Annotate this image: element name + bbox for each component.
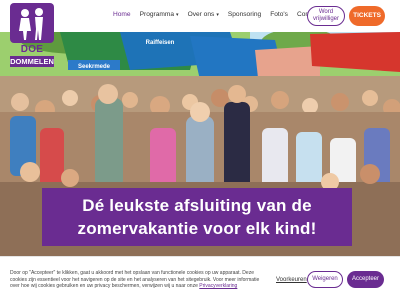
nav-over-ons-label: Over ons (187, 11, 215, 18)
site-header: Home Programma ▾ Over ons ▾ Sponsoring Fot… (0, 0, 400, 32)
volunteer-button[interactable]: Word vrijwilliger (307, 6, 345, 26)
privacy-link[interactable]: Privacyverklaring (199, 283, 237, 289)
volunteer-label-line1: Word (318, 9, 334, 15)
nav-fotos-label: Foto's (270, 11, 288, 18)
chevron-down-icon: ▾ (216, 12, 219, 18)
main-nav: Home Programma ▾ Over ons ▾ Sponsoring Fot… (113, 11, 329, 18)
page: Seekrmede Raiffeisen Dé leukste afsluiti… (0, 0, 400, 300)
nav-programma-label: Programma (139, 11, 175, 18)
nav-sponsoring-label: Sponsoring (227, 11, 262, 18)
nav-over-ons[interactable]: Over ons ▾ (188, 11, 219, 18)
cookie-text: Door op "Accepteer" te klikken, gaat u a… (10, 270, 266, 290)
chevron-down-icon: ▾ (176, 12, 179, 18)
accept-button[interactable]: Accepteer (347, 271, 384, 288)
site-logo[interactable]: DOE WEEK DOMMELEN (8, 3, 56, 67)
nav-fotos[interactable]: Foto's (270, 11, 288, 18)
tickets-button[interactable]: TICKETS (349, 6, 385, 26)
logo-subtitle: DOMMELEN (10, 56, 54, 67)
tent-sign-2: Raiffeisen (146, 40, 175, 46)
nav-sponsoring[interactable]: Sponsoring (228, 11, 261, 18)
nav-home-label: Home (113, 11, 131, 18)
volunteer-label-line2: vrijwilliger (312, 16, 339, 22)
nav-home[interactable]: Home (113, 11, 131, 18)
cookie-banner: Door op "Accepteer" te klikken, gaat u a… (0, 256, 400, 300)
hero-headline-line1: Dé leukste afsluiting van de (82, 196, 312, 215)
refuse-button[interactable]: Weigeren (307, 271, 343, 288)
tent-sign-1: Seekrmede (78, 64, 111, 70)
nav-programma[interactable]: Programma ▾ (140, 11, 179, 18)
hero-headline-line2: zomervakantie voor elk kind! (77, 219, 317, 238)
preferences-link[interactable]: Voorkeuren (276, 277, 307, 283)
logo-kids-icon (10, 3, 54, 43)
